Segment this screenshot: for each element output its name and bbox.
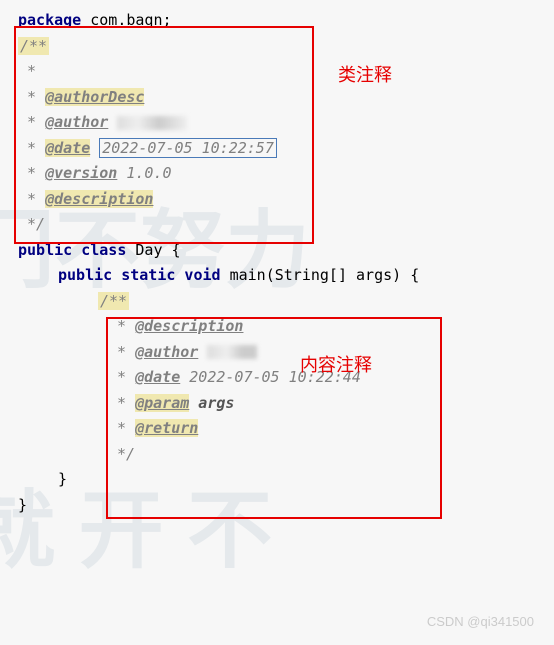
mdoc-description: * @description [18,314,554,340]
author-tag: @author [135,343,198,361]
method-close-brace: } [18,467,554,493]
mdoc-date: * @date 2022-07-05 10:22:44 [18,365,554,391]
date-tag: @date [135,368,180,386]
method-decl-line: public static void main(String[] args) { [18,263,554,289]
description-tag: @description [45,190,153,208]
doc-date: * @date 2022-07-05 10:22:57 [18,136,554,162]
keyword-class: class [72,241,135,259]
date-tag: @date [45,139,90,157]
doc-open: /** [18,34,554,60]
param-tag: @param [135,394,189,412]
mdoc-param: * @param args [18,391,554,417]
mdoc-return: * @return [18,416,554,442]
doc-authordesc: * @authorDesc [18,85,554,111]
doc-author: * @author [18,110,554,136]
keyword-package: package [18,11,81,29]
version-value: 1.0.0 [117,164,171,182]
return-tag: @return [135,419,198,437]
keyword-public: public [18,241,72,259]
doc-close: */ [18,212,554,238]
class-close-brace: } [18,493,554,519]
mdoc-author: * @author [18,340,554,366]
version-tag: @version [45,164,117,182]
censored-author [117,116,187,130]
authordesc-tag: @authorDesc [45,88,144,106]
description-tag: @description [135,317,243,335]
class-name: Day { [135,241,180,259]
doc-star: * [18,59,554,85]
mdoc-close: */ [18,442,554,468]
date-value: 2022-07-05 10:22:57 [99,138,277,158]
keyword-public: public [58,266,112,284]
doc-description: * @description [18,187,554,213]
package-line: package com.baqn; [18,8,554,34]
class-comment-label: 类注释 [338,60,392,91]
censored-author [207,345,257,359]
keyword-static: static [112,266,175,284]
method-comment-label: 内容注释 [300,350,372,381]
class-decl-line: public class Day { [18,238,554,264]
param-name: args [189,394,234,412]
author-tag: @author [45,113,108,131]
keyword-void: void [175,266,229,284]
package-name: com.baqn; [81,11,171,29]
method-sig: main(String[] args) { [230,266,420,284]
code-editor[interactable]: package com.baqn; /** * * @authorDesc * … [18,8,554,518]
doc-version: * @version 1.0.0 [18,161,554,187]
mdoc-open: /** [18,289,554,315]
footer-watermark: CSDN @qi341500 [427,611,534,633]
